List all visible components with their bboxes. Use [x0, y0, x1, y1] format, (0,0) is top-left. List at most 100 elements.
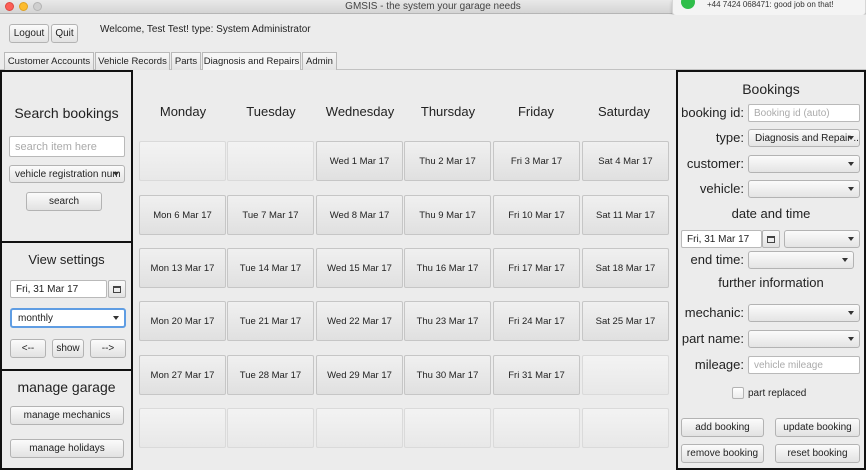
calendar-day-cell[interactable]: Thu 30 Mar 17 — [404, 355, 491, 395]
calendar-day-cell[interactable]: Thu 16 Mar 17 — [404, 248, 491, 288]
calendar-day-cell[interactable]: Sat 18 Mar 17 — [582, 248, 669, 288]
type-label: type: — [715, 130, 744, 145]
calendar-day-cell[interactable]: Tue 14 Mar 17 — [227, 248, 314, 288]
update-booking-button[interactable]: update booking — [775, 418, 860, 437]
booking-id-field[interactable]: Booking id (auto) — [748, 104, 860, 122]
search-bookings-title: Search bookings — [14, 105, 119, 121]
calendar-day-cell[interactable]: Thu 23 Mar 17 — [404, 301, 491, 341]
calendar-day-cell[interactable]: Wed 15 Mar 17 — [316, 248, 403, 288]
calendar-day-cell[interactable]: Fri 3 Mar 17 — [493, 141, 580, 181]
calendar-day-cell[interactable]: Mon 13 Mar 17 — [139, 248, 226, 288]
calendar-day-cell[interactable]: Tue 21 Mar 17 — [227, 301, 314, 341]
search-by-select[interactable]: vehicle registration num — [9, 165, 125, 183]
booking-date-field[interactable]: Fri, 31 Mar 17 — [681, 230, 762, 248]
top-bar: Logout Quit Welcome, Test Test! type: Sy… — [0, 15, 866, 48]
mechanic-select[interactable] — [748, 304, 860, 322]
calendar-day-cell[interactable]: Tue 7 Mar 17 — [227, 195, 314, 235]
calendar-day-cell[interactable]: Thu 9 Mar 17 — [404, 195, 491, 235]
vehicle-select[interactable] — [748, 180, 860, 198]
customer-select[interactable] — [748, 155, 860, 173]
tab-diagnosis-and-repairs[interactable]: Diagnosis and Repairs — [202, 52, 301, 70]
calendar-day-cell[interactable]: Wed 8 Mar 17 — [316, 195, 403, 235]
part-name-select[interactable] — [748, 330, 860, 348]
welcome-text: Welcome, Test Test! type: System Adminis… — [100, 24, 311, 35]
tab-parts[interactable]: Parts — [171, 52, 201, 70]
calendar-empty-cell — [316, 408, 403, 448]
part-replaced-checkbox[interactable] — [732, 387, 744, 399]
left-panel: Search bookings search item here vehicle… — [0, 70, 133, 470]
mileage-field[interactable]: vehicle mileage — [748, 356, 860, 374]
calendar-empty-cell — [139, 408, 226, 448]
calendar-day-cell[interactable]: Wed 29 Mar 17 — [316, 355, 403, 395]
day-header-tuesday: Tuesday — [246, 104, 296, 119]
tab-admin[interactable]: Admin — [302, 52, 337, 70]
view-mode-select[interactable]: monthly — [10, 308, 126, 328]
remove-booking-button[interactable]: remove booking — [681, 444, 764, 463]
notification-banner[interactable]: +44 7424 068471: good job on that! — [672, 0, 866, 16]
type-value: Diagnosis and Repair ... — [755, 132, 860, 144]
day-header-saturday: Saturday — [597, 104, 651, 119]
customer-label: customer: — [686, 156, 744, 171]
further-information-title: further information — [718, 275, 824, 290]
chevron-down-icon — [113, 316, 119, 320]
view-date-field[interactable]: Fri, 31 Mar 17 — [10, 280, 107, 298]
calendar-day-cell[interactable]: Fri 10 Mar 17 — [493, 195, 580, 235]
calendar-day-cell[interactable]: Sat 4 Mar 17 — [582, 141, 669, 181]
calendar-empty-cell — [139, 141, 226, 181]
calendar-day-cell[interactable]: Fri 31 Mar 17 — [493, 355, 580, 395]
type-select[interactable]: Diagnosis and Repair ... — [748, 129, 860, 147]
mechanic-label: mechanic: — [684, 305, 744, 320]
calendar-empty-cell — [404, 408, 491, 448]
view-settings-title: View settings — [28, 252, 105, 267]
quit-button[interactable]: Quit — [51, 24, 78, 43]
end-time-select[interactable] — [748, 251, 854, 269]
chevron-down-icon — [848, 311, 854, 315]
chevron-down-icon — [113, 172, 119, 176]
add-booking-button[interactable]: add booking — [681, 418, 764, 437]
calendar-day-cell[interactable]: Thu 2 Mar 17 — [404, 141, 491, 181]
calendar-day-cell[interactable]: Wed 22 Mar 17 — [316, 301, 403, 341]
calendar-empty-cell — [227, 141, 314, 181]
manage-holidays-button[interactable]: manage holidays — [10, 439, 124, 458]
chevron-down-icon — [848, 237, 854, 241]
calendar-day-cell[interactable]: Wed 1 Mar 17 — [316, 141, 403, 181]
calendar-day-cell[interactable]: Tue 28 Mar 17 — [227, 355, 314, 395]
calendar-day-cell[interactable]: Mon 20 Mar 17 — [139, 301, 226, 341]
calendar-icon[interactable] — [108, 280, 126, 298]
chevron-down-icon — [848, 187, 854, 191]
day-header-monday: Monday — [159, 104, 207, 119]
section-divider — [2, 241, 131, 243]
calendar-empty-cell — [493, 408, 580, 448]
whatsapp-icon — [681, 0, 695, 9]
next-button[interactable]: --> — [90, 339, 126, 358]
search-by-value: vehicle registration num — [15, 168, 121, 180]
calendar-empty-cell — [582, 355, 669, 395]
search-input[interactable]: search item here — [9, 136, 125, 157]
part-name-label: part name: — [681, 331, 744, 346]
calendar-day-cell[interactable]: Mon 27 Mar 17 — [139, 355, 226, 395]
bookings-title: Bookings — [742, 81, 800, 97]
day-header-thursday: Thursday — [420, 104, 476, 119]
tab-vehicle-records[interactable]: Vehicle Records — [95, 52, 170, 70]
calendar-day-cell[interactable]: Fri 24 Mar 17 — [493, 301, 580, 341]
part-replaced-label: part replaced — [748, 388, 807, 399]
calendar-empty-cell — [582, 408, 669, 448]
chevron-down-icon — [848, 337, 854, 341]
calendar-day-cell[interactable]: Mon 6 Mar 17 — [139, 195, 226, 235]
day-header-friday: Friday — [517, 104, 555, 119]
logout-button[interactable]: Logout — [9, 24, 49, 43]
manage-mechanics-button[interactable]: manage mechanics — [10, 406, 124, 425]
vehicle-label: vehicle: — [699, 181, 744, 196]
calendar-day-cell[interactable]: Sat 25 Mar 17 — [582, 301, 669, 341]
mileage-label: mileage: — [694, 357, 744, 372]
start-time-select[interactable] — [784, 230, 860, 248]
tab-bar: Customer Accounts Vehicle Records Parts … — [0, 52, 866, 70]
tab-customer-accounts[interactable]: Customer Accounts — [4, 52, 94, 70]
calendar-day-cell[interactable]: Sat 11 Mar 17 — [582, 195, 669, 235]
show-button[interactable]: show — [52, 339, 84, 358]
reset-booking-button[interactable]: reset booking — [775, 444, 860, 463]
calendar-day-cell[interactable]: Fri 17 Mar 17 — [493, 248, 580, 288]
previous-button[interactable]: <-- — [10, 339, 46, 358]
calendar-icon[interactable] — [762, 230, 780, 248]
search-button[interactable]: search — [26, 192, 102, 211]
